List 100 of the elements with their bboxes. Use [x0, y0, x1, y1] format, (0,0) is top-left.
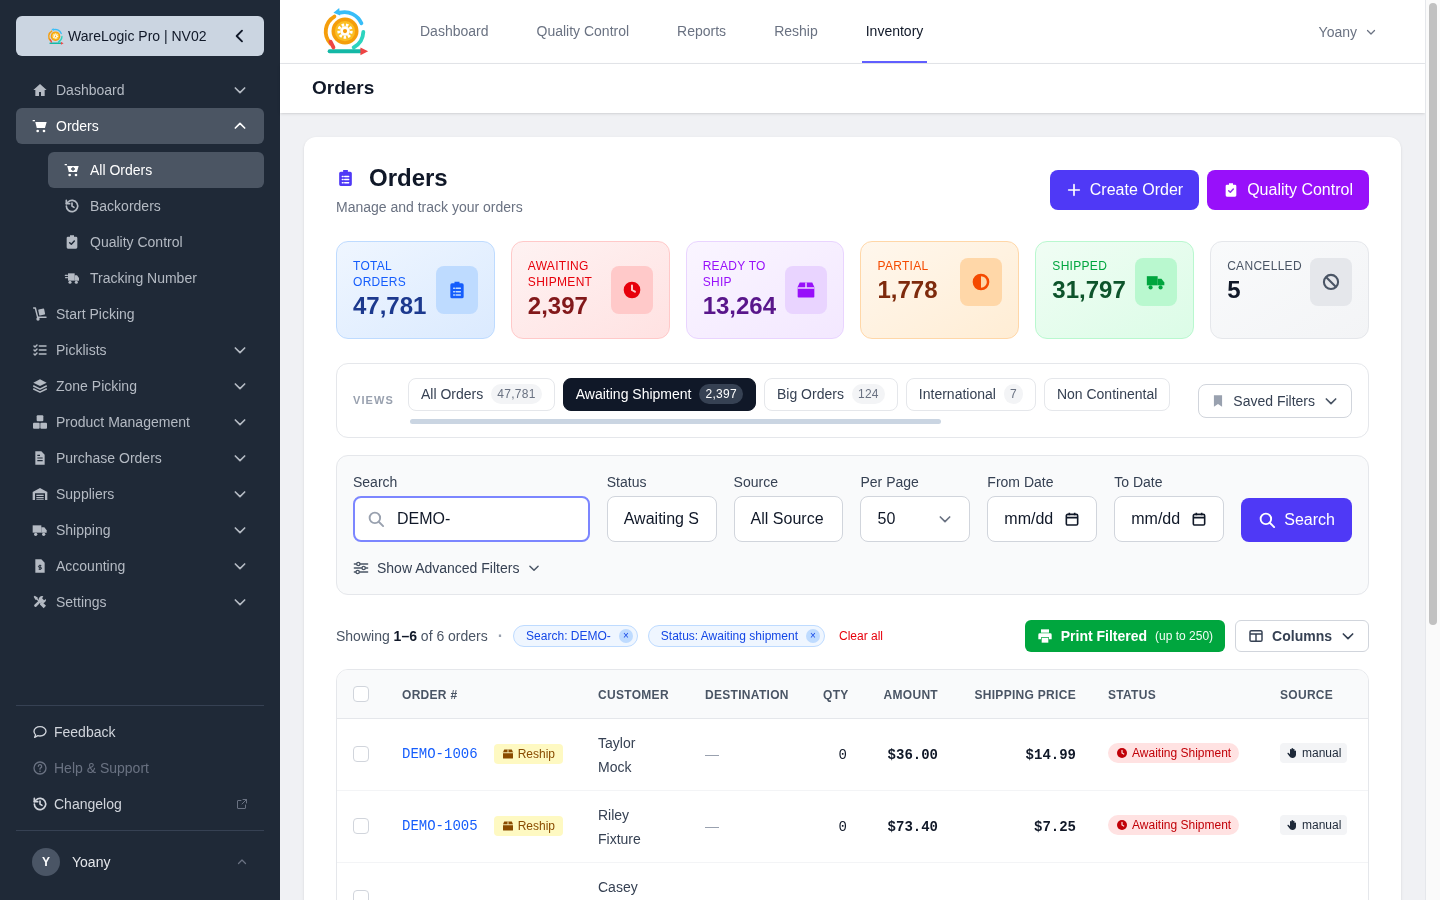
amount-cell: $73.40: [887, 819, 938, 835]
quantity-cell: 0: [838, 819, 847, 835]
tag-label: Reship: [517, 818, 555, 834]
card-title: Orders: [369, 163, 448, 193]
field-label: From Date: [987, 473, 1055, 492]
sidebar-nav-item[interactable]: Suppliers: [16, 476, 264, 512]
status-label: Awaiting Shipment: [1132, 817, 1232, 833]
stat-label: TOTAL ORDERS: [353, 258, 408, 290]
user-name: Yoany: [72, 853, 111, 872]
nav-link[interactable]: Quality Control: [532, 0, 634, 63]
view-tab[interactable]: Awaiting Shipment 2,397: [562, 377, 756, 411]
advanced-filters-toggle[interactable]: Show Advanced Filters: [353, 558, 542, 578]
calendar-icon: [1064, 511, 1081, 527]
sidebar-nav-item[interactable]: Accounting: [16, 548, 264, 584]
column-header: AMOUNT: [883, 687, 938, 702]
sidebar-nav-item[interactable]: Zone Picking: [16, 368, 264, 404]
hand-icon: [1286, 747, 1298, 759]
select-field[interactable]: 50: [860, 496, 971, 542]
search-icon: [367, 510, 385, 528]
column-header: SOURCE: [1280, 687, 1334, 702]
view-tab[interactable]: Non Continental: [1043, 377, 1171, 411]
nav-link[interactable]: Reports: [673, 0, 731, 63]
stat-value: 47,781: [353, 291, 428, 321]
clock-icon: [610, 266, 653, 314]
clipboard-list-icon: [435, 266, 478, 314]
columns-button[interactable]: Columns: [1235, 620, 1369, 652]
history-icon: [64, 198, 80, 214]
home-icon: [32, 82, 48, 98]
help-icon: [32, 760, 48, 776]
remove-chip-button[interactable]: ×: [618, 629, 633, 643]
order-link[interactable]: DEMO-1006: [402, 744, 478, 764]
sidebar-nav-item[interactable]: Product Management: [16, 404, 264, 440]
saved-filters-button[interactable]: Saved Filters: [1198, 383, 1352, 418]
history-icon: [32, 796, 48, 812]
stat-label: PARTIAL: [877, 258, 930, 274]
date-field[interactable]: mm/dd: [1114, 496, 1225, 542]
source-label: manual: [1302, 817, 1342, 833]
box-icon: [785, 266, 828, 314]
clock-icon: [1116, 747, 1128, 759]
status-label: Awaiting Shipment: [1132, 745, 1232, 761]
create-order-button[interactable]: Create Order: [1049, 169, 1200, 210]
scrollbar-thumb[interactable]: [410, 418, 941, 424]
checklist-icon: [32, 342, 48, 358]
view-tab[interactable]: International 7: [905, 377, 1036, 411]
user-menu-button[interactable]: Yoany: [1318, 21, 1377, 42]
sidebar-subitem[interactable]: All Orders: [48, 152, 264, 188]
column-header: DESTINATION: [705, 687, 789, 702]
search-field[interactable]: DEMO-: [353, 496, 590, 542]
cart-icon: [32, 118, 48, 134]
field-label: Per Page: [860, 473, 920, 492]
select-field[interactable]: All Source: [733, 496, 844, 542]
stat-label: SHIPPED: [1052, 258, 1109, 274]
nav-link[interactable]: Dashboard: [416, 0, 493, 63]
remove-chip-button[interactable]: ×: [806, 629, 820, 643]
sidebar-link[interactable]: Feedback: [16, 714, 264, 750]
select-all-checkbox[interactable]: [353, 685, 369, 702]
chat-bubble-icon: [32, 724, 48, 740]
view-tab[interactable]: Big Orders 124: [764, 377, 898, 411]
customer-name: Riley Fixture: [598, 805, 642, 849]
order-link[interactable]: DEMO-1005: [402, 816, 478, 836]
printer-icon: [1036, 628, 1053, 644]
sidebar-subitem[interactable]: Backorders: [48, 188, 264, 224]
invoice-icon: [32, 558, 48, 574]
date-field[interactable]: mm/dd: [987, 496, 1098, 542]
sidebar-nav-item[interactable]: Orders: [16, 108, 264, 144]
sidebar-nav-item[interactable]: Start Picking: [16, 296, 264, 332]
bullet-separator: ·: [497, 626, 504, 646]
sidebar-link[interactable]: Changelog: [16, 786, 264, 822]
search-button[interactable]: Search: [1241, 498, 1352, 542]
scrollbar-thumb[interactable]: [1429, 3, 1437, 625]
stat-label: READY TO SHIP: [702, 258, 767, 290]
amount-cell: $36.00: [887, 747, 938, 763]
sidebar-nav-item[interactable]: Settings: [16, 584, 264, 620]
boxes-icon: [32, 414, 48, 430]
clear-all-link[interactable]: Clear all: [839, 628, 883, 644]
chip-label: Status: Awaiting shipment: [660, 628, 798, 644]
fast-truck-icon: [64, 270, 80, 286]
field-label: To Date: [1114, 473, 1164, 492]
sidebar-nav-item[interactable]: Picklists: [16, 332, 264, 368]
sidebar-nav-item[interactable]: Purchase Orders: [16, 440, 264, 476]
sidebar-nav-item[interactable]: Shipping: [16, 512, 264, 548]
nav-link[interactable]: Reship: [770, 0, 822, 63]
row-checkbox[interactable]: [353, 818, 369, 834]
select-field[interactable]: Awaiting S: [606, 496, 717, 542]
sidebar-subitem[interactable]: Quality Control: [48, 224, 264, 260]
quality-control-button[interactable]: Quality Control: [1207, 169, 1369, 210]
sidebar-subitem[interactable]: Tracking Number: [48, 260, 264, 296]
field-label: Search: [353, 473, 399, 492]
view-tab[interactable]: All Orders 47,781: [408, 377, 555, 411]
stat-value: 13,264: [702, 291, 778, 321]
column-header: SHIPPING PRICE: [974, 687, 1076, 702]
box-icon: [501, 820, 514, 832]
customer-name: Casey: [598, 877, 639, 897]
sidebar-nav-item[interactable]: Dashboard: [16, 72, 264, 108]
warehouse-icon: [32, 486, 48, 502]
cart-plus-icon: [64, 162, 80, 178]
column-header: STATUS: [1108, 687, 1157, 702]
document-icon: [32, 450, 48, 466]
hand-icon: [1286, 819, 1298, 831]
row-checkbox[interactable]: [353, 746, 369, 762]
